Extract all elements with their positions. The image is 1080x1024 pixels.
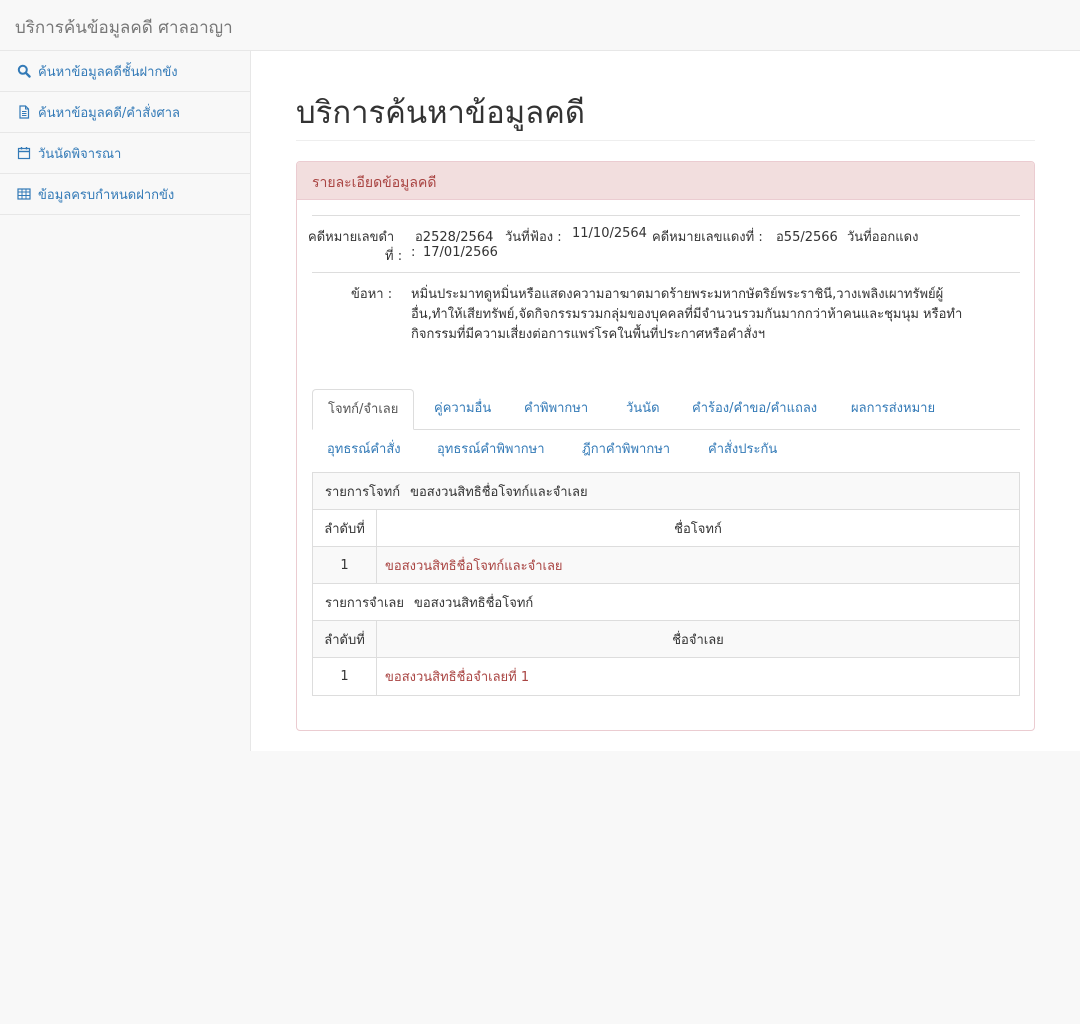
plaintiff-section-row: รายการโจทก์ ขอสงวนสิทธิชื่อโจทก์และจำเลย (313, 473, 1019, 510)
table-row: 1 ขอสงวนสิทธิชื่อจำเลยที่ 1 (313, 658, 1019, 695)
plaintiff-col-name: ชื่อโจทก์ (674, 521, 722, 537)
sidebar-item-custody-search[interactable]: ค้นหาข้อมูลคดีชั้นฝากขัง (0, 51, 250, 92)
case-details-panel: รายละเอียดข้อมูลคดี คดีหมายเลขดำ ที่ : อ… (296, 161, 1035, 731)
sidebar-item-custody-due[interactable]: ข้อมูลครบกำหนดฝากขัง (0, 174, 250, 215)
case-tabs: โจทก์/จำเลย คู่ความอื่น คำพิพากษา วันนัด… (312, 389, 1020, 473)
black-case-label: คดีหมายเลขดำ (308, 230, 395, 245)
search-icon (17, 64, 31, 78)
case-info-divider (312, 215, 1020, 216)
black-case-value: อ2528/2564 (415, 230, 494, 245)
plaintiff-header-row: ลำดับที่ ชื่อโจทก์ (313, 510, 1019, 547)
filed-date-value: 11/10/2564 (572, 226, 647, 241)
panel-heading: รายละเอียดข้อมูลคดี (297, 162, 1034, 200)
defendant-header-row: ลำดับที่ ชื่อจำเลย (313, 621, 1019, 658)
defendant-section-note: ขอสงวนสิทธิชื่อโจทก์ (414, 595, 534, 611)
sidebar-item-label: ค้นหาข้อมูลคดีชั้นฝากขัง (38, 64, 178, 80)
sidebar-item-hearing-dates[interactable]: วันนัดพิจารณา (0, 133, 250, 174)
sidebar-item-case-search[interactable]: ค้นหาข้อมูลคดี/คำสั่งศาล (0, 92, 250, 133)
red-case-value: อ55/2566 (776, 230, 838, 245)
table-icon (17, 187, 31, 201)
calendar-icon (17, 146, 31, 160)
tab-petitions[interactable]: คำร้อง/คำขอ/คำแถลง (677, 389, 832, 430)
filed-date-label: วันที่ฟ้อง : (505, 230, 562, 245)
plaintiff-col-no: ลำดับที่ (313, 510, 377, 546)
page-title: บริการค้นหาข้อมูลคดี (296, 95, 586, 131)
document-icon (17, 105, 31, 119)
defendant-name-link[interactable]: ขอสงวนสิทธิชื่อจำเลยที่ 1 (385, 666, 529, 687)
tab-order-appeal[interactable]: อุทธรณ์คำสั่ง (312, 430, 416, 471)
sidebar-item-label: วันนัดพิจารณา (38, 146, 122, 162)
defendant-row-no: 1 (313, 658, 377, 695)
red-date-label: วันที่ออกแดง (847, 230, 919, 245)
tab-bail-order[interactable]: คำสั่งประกัน (693, 430, 792, 471)
tab-summons-results[interactable]: ผลการส่งหมาย (836, 389, 950, 430)
black-case-label-cont: ที่ : (385, 249, 403, 264)
sidebar-item-label: ข้อมูลครบกำหนดฝากขัง (38, 187, 175, 203)
defendant-col-no: ลำดับที่ (313, 621, 377, 657)
red-date-colon: : (411, 245, 416, 260)
tab-appointments[interactable]: วันนัด (611, 389, 675, 430)
red-date-value: 17/01/2566 (423, 245, 498, 260)
tab-judgment[interactable]: คำพิพากษา (509, 389, 603, 430)
defendant-col-name: ชื่อจำเลย (672, 632, 724, 648)
main-content: บริการค้นหาข้อมูลคดี รายละเอียดข้อมูลคดี… (251, 51, 1080, 751)
charge-text-line2: อื่น,ทำให้เสียทรัพย์,จัดกิจกรรมรวมกลุ่มข… (411, 307, 963, 322)
page-header: บริการค้นหาข้อมูลคดี (296, 91, 1035, 141)
charge-text-line1: หมิ่นประมาทดูหมิ่นหรือแสดงความอาฆาตมาดร้… (411, 287, 944, 302)
tab-other-parties[interactable]: คู่ความอื่น (419, 389, 506, 430)
table-row: 1 ขอสงวนสิทธิชื่อโจทก์และจำเลย (313, 547, 1019, 584)
tab-supreme-appeal[interactable]: ฎีกาคำพิพากษา (567, 430, 685, 471)
sidebar: ค้นหาข้อมูลคดีชั้นฝากขัง ค้นหาข้อมูลคดี/… (0, 51, 251, 751)
defendant-section-title: รายการจำเลย (325, 595, 404, 611)
navbar-brand[interactable]: บริการค้นข้อมูลคดี ศาลอาญา (15, 14, 233, 41)
plaintiff-row-no: 1 (313, 547, 377, 583)
charge-divider (312, 272, 1020, 273)
charge-text-line3: กิจกรรมที่มีความเสี่ยงต่อการแพร่โรคในพื้… (411, 327, 766, 342)
red-case-label: คดีหมายเลขแดงที่ : (652, 230, 763, 245)
plaintiff-name-link[interactable]: ขอสงวนสิทธิชื่อโจทก์และจำเลย (385, 555, 563, 576)
tab-judgment-appeal[interactable]: อุทธรณ์คำพิพากษา (422, 430, 560, 471)
parties-table: รายการโจทก์ ขอสงวนสิทธิชื่อโจทก์และจำเลย… (312, 472, 1020, 696)
top-navbar: บริการค้นข้อมูลคดี ศาลอาญา (0, 0, 1080, 51)
sidebar-item-label: ค้นหาข้อมูลคดี/คำสั่งศาล (38, 105, 180, 121)
charge-label: ข้อหา : (351, 287, 393, 302)
tab-parties[interactable]: โจทก์/จำเลย (312, 389, 415, 430)
plaintiff-section-title: รายการโจทก์ (325, 484, 401, 500)
defendant-section-row: รายการจำเลย ขอสงวนสิทธิชื่อโจทก์ (313, 584, 1019, 621)
plaintiff-section-note: ขอสงวนสิทธิชื่อโจทก์และจำเลย (410, 484, 588, 500)
